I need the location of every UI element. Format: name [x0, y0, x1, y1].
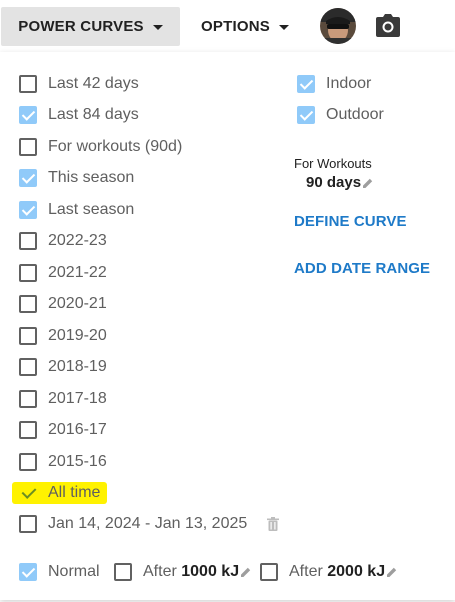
- after-label: After 2000 kJ: [289, 563, 385, 581]
- checkbox[interactable]: [19, 358, 37, 376]
- range-2019-20[interactable]: 2019-20: [19, 324, 107, 348]
- for-workouts-days: 90 days: [306, 174, 362, 191]
- range-label: 2016-17: [48, 421, 107, 438]
- pencil-icon[interactable]: [387, 567, 397, 577]
- checkbox[interactable]: [19, 138, 37, 156]
- checkbox[interactable]: [19, 453, 37, 471]
- range-last-42-days[interactable]: Last 42 days: [19, 72, 139, 96]
- range-label: 2021-22: [48, 264, 107, 281]
- checkbox[interactable]: [19, 169, 37, 187]
- range-label: 2019-20: [48, 327, 107, 344]
- trash-icon[interactable]: [267, 517, 280, 531]
- fatigue-after-2000[interactable]: After 2000 kJ: [260, 560, 397, 584]
- env-label: Outdoor: [326, 106, 384, 123]
- checkbox[interactable]: [19, 232, 37, 250]
- range-label: For workouts (90d): [48, 138, 183, 155]
- checkbox[interactable]: [19, 390, 37, 408]
- range-custom-date[interactable]: Jan 14, 2024 - Jan 13, 2025: [19, 512, 280, 536]
- range-2021-22[interactable]: 2021-22: [19, 261, 107, 285]
- range-2020-21[interactable]: 2020-21: [19, 292, 107, 316]
- range-for-workouts[interactable]: For workouts (90d): [19, 135, 182, 159]
- range-2018-19[interactable]: 2018-19: [19, 355, 107, 379]
- range-label: Last 42 days: [48, 75, 139, 92]
- range-label: 2020-21: [48, 295, 107, 312]
- power-curves-label: POWER CURVES: [18, 18, 144, 35]
- define-curve-button[interactable]: DEFINE CURVE: [294, 213, 407, 230]
- range-label: 2015-16: [48, 453, 107, 470]
- checkbox[interactable]: [19, 201, 37, 219]
- options-button[interactable]: OPTIONS: [190, 7, 300, 46]
- range-2016-17[interactable]: 2016-17: [19, 418, 107, 442]
- checkbox[interactable]: [297, 106, 315, 124]
- checkbox[interactable]: [19, 563, 37, 581]
- checkbox[interactable]: [297, 75, 315, 93]
- pencil-icon[interactable]: [241, 567, 251, 577]
- avatar[interactable]: [320, 8, 356, 44]
- range-label: 2017-18: [48, 390, 107, 407]
- chevron-down-icon: [278, 25, 289, 30]
- range-label: All time: [48, 484, 101, 501]
- range-last-84-days[interactable]: Last 84 days: [19, 103, 139, 127]
- range-this-season[interactable]: This season: [19, 166, 134, 190]
- fatigue-after-1000[interactable]: After 1000 kJ: [114, 560, 251, 584]
- after-label: After 1000 kJ: [143, 563, 239, 581]
- range-last-season[interactable]: Last season: [19, 198, 134, 222]
- range-label: This season: [48, 169, 135, 186]
- range-label: Jan 14, 2024 - Jan 13, 2025: [48, 515, 248, 532]
- range-label: Last 84 days: [48, 106, 139, 123]
- range-label: 2022-23: [48, 232, 107, 249]
- checkbox[interactable]: [260, 563, 278, 581]
- env-outdoor[interactable]: Outdoor: [297, 103, 384, 127]
- range-all-time[interactable]: All time: [19, 481, 100, 505]
- checkbox[interactable]: [19, 515, 37, 533]
- add-date-range-button[interactable]: ADD DATE RANGE: [294, 260, 430, 277]
- checkbox[interactable]: [19, 484, 37, 502]
- after-1000-value: 1000 kJ: [181, 563, 240, 580]
- pencil-icon: [363, 178, 373, 188]
- range-2017-18[interactable]: 2017-18: [19, 387, 107, 411]
- range-label: Last season: [48, 201, 135, 218]
- after-prefix: After: [143, 563, 177, 580]
- checkbox[interactable]: [19, 106, 37, 124]
- checkbox[interactable]: [19, 327, 37, 345]
- for-workouts-label: For Workouts: [294, 156, 372, 171]
- checkbox[interactable]: [19, 295, 37, 313]
- checkbox[interactable]: [19, 421, 37, 439]
- power-curves-button[interactable]: POWER CURVES: [1, 7, 180, 46]
- checkbox[interactable]: [19, 264, 37, 282]
- camera-icon[interactable]: [375, 14, 401, 38]
- env-indoor[interactable]: Indoor: [297, 72, 371, 96]
- range-label: 2018-19: [48, 358, 107, 375]
- options-label: OPTIONS: [201, 18, 270, 35]
- checkbox[interactable]: [114, 563, 132, 581]
- chevron-down-icon: [152, 25, 163, 30]
- power-curves-menu: Last 42 days Last 84 days For workouts (…: [0, 52, 455, 600]
- env-label: Indoor: [326, 75, 372, 92]
- after-prefix: After: [289, 563, 323, 580]
- checkbox[interactable]: [19, 75, 37, 93]
- toolbar: POWER CURVES OPTIONS: [0, 0, 455, 52]
- normal-label: Normal: [48, 563, 100, 580]
- fatigue-normal[interactable]: Normal: [19, 560, 100, 584]
- after-2000-value: 2000 kJ: [327, 563, 386, 580]
- range-2022-23[interactable]: 2022-23: [19, 229, 107, 253]
- for-workouts-value[interactable]: 90 days: [306, 174, 373, 191]
- range-2015-16[interactable]: 2015-16: [19, 450, 107, 474]
